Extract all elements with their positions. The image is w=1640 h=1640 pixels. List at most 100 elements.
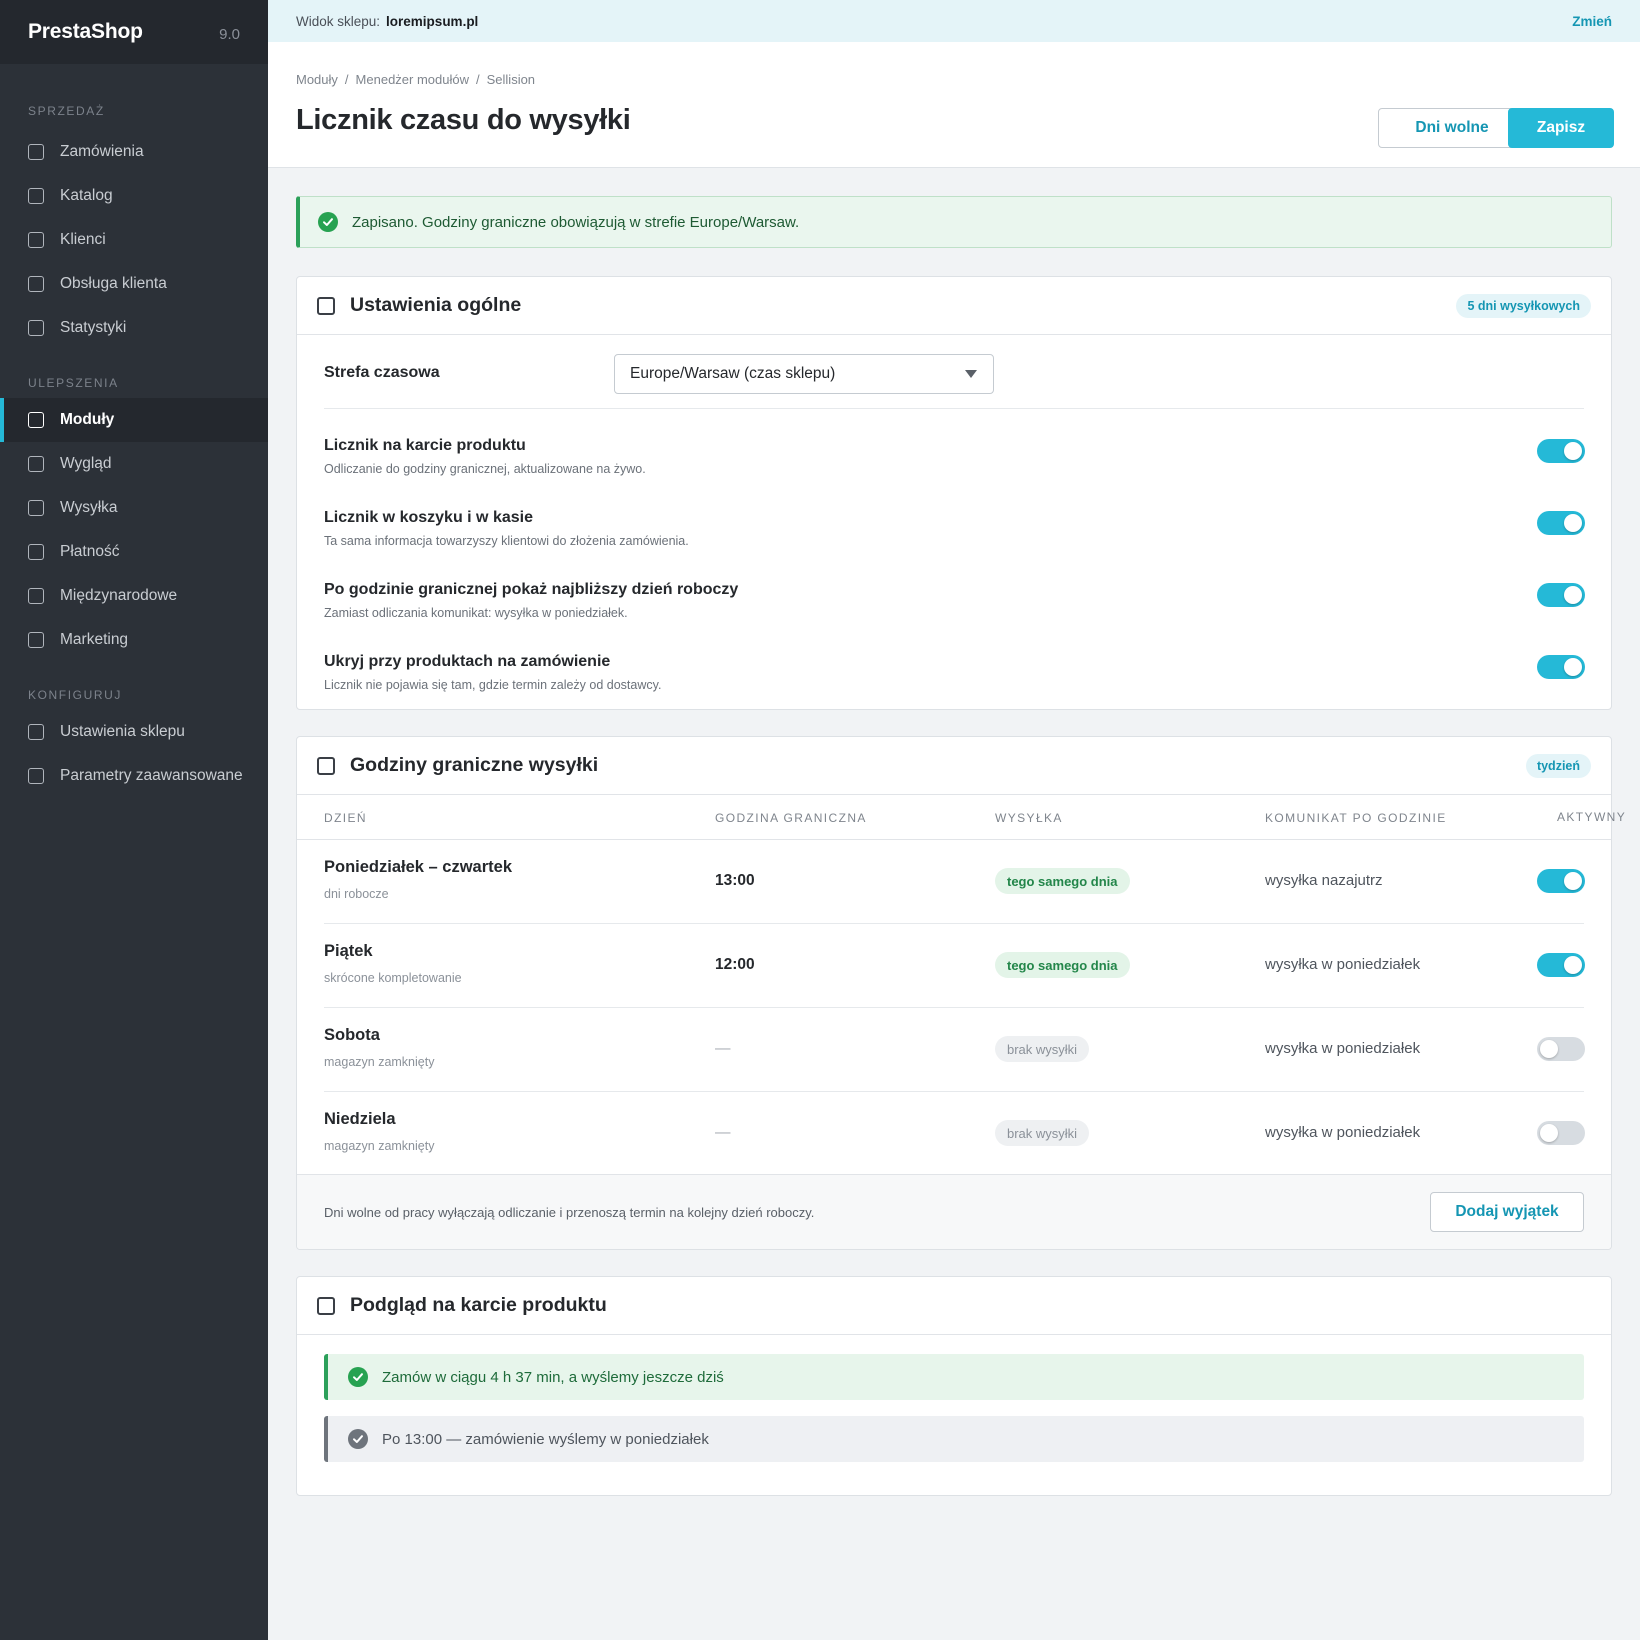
brand-logo[interactable]: PrestaShop <box>28 20 143 44</box>
week-badge: tydzień <box>1525 754 1591 778</box>
preview-before-cutoff: Zamów w ciągu 4 h 37 min, a wyślemy jesz… <box>324 1354 1584 1400</box>
sidebar-item-label: Parametry zaawansowane <box>60 767 243 784</box>
sidebar-item-modules[interactable]: Moduły <box>0 398 268 442</box>
brand-version: 9.0 <box>219 25 240 43</box>
general-settings-card: Ustawienia ogólne 5 dni wysyłkowych Stre… <box>296 276 1612 710</box>
shipping-status-badge: brak wysyłki <box>995 1120 1090 1146</box>
column-header-active: AKTYWNY <box>1557 810 1627 824</box>
nav-section-configure: KONFIGURUJ <box>28 688 122 702</box>
brand-bar: PrestaShop 9.0 <box>0 0 268 64</box>
day-subtitle: magazyn zamknięty <box>324 1139 435 1153</box>
toggle-hide-preorder[interactable] <box>1537 655 1585 679</box>
sidebar-item-label: Wysyłka <box>60 499 118 516</box>
change-shop-link[interactable]: Zmień <box>1572 14 1612 29</box>
sidebar-item-shipping[interactable]: Wysyłka <box>0 486 268 530</box>
orders-icon <box>28 144 44 160</box>
toggle-next-workday[interactable] <box>1537 583 1585 607</box>
toggle-knob <box>1564 956 1582 974</box>
toggle-knob <box>1564 872 1582 890</box>
shop-context-label: Widok sklepu: <box>296 13 381 29</box>
footer-note: Dni wolne od pracy wyłączają odliczanie … <box>324 1205 815 1220</box>
toggle-active-sunday[interactable] <box>1537 1121 1585 1145</box>
after-hours-message: wysyłka w poniedziałek <box>1265 1124 1421 1141</box>
option-description: Licznik nie pojawia się tam, gdzie termi… <box>324 678 662 692</box>
cutoff-time[interactable]: 13:00 <box>715 872 755 890</box>
breadcrumb-separator: / <box>344 72 349 87</box>
toggle-knob <box>1564 442 1582 460</box>
breadcrumb-item[interactable]: Menedżer modułów <box>356 72 469 87</box>
sidebar-item-label: Statystyki <box>60 319 127 336</box>
breadcrumb-item: Sellision <box>486 72 536 87</box>
toggle-active-mon-thu[interactable] <box>1537 869 1585 893</box>
sidebar-item-catalog[interactable]: Katalog <box>0 174 268 218</box>
card-title: Ustawienia ogólne <box>350 294 522 316</box>
add-exception-button[interactable]: Dodaj wyjątek <box>1430 1192 1584 1232</box>
caret-down-icon <box>965 370 977 378</box>
sidebar-item-payment[interactable]: Płatność <box>0 530 268 574</box>
after-hours-message: wysyłka w poniedziałek <box>1265 1040 1421 1057</box>
option-description: Zamiast odliczania komunikat: wysyłka w … <box>324 606 628 620</box>
day-name: Poniedziałek – czwartek <box>324 858 513 876</box>
modules-icon <box>28 412 44 428</box>
sidebar-item-marketing[interactable]: Marketing <box>0 618 268 662</box>
toggle-cart-counter[interactable] <box>1537 511 1585 535</box>
sidebar-item-label: Marketing <box>60 631 129 648</box>
shipping-days-badge: 5 dni wysyłkowych <box>1456 294 1591 318</box>
cutoff-time: — <box>715 1040 731 1057</box>
save-button[interactable]: Zapisz <box>1508 108 1614 148</box>
sidebar-item-advanced[interactable]: Parametry zaawansowane <box>0 754 268 798</box>
card-header: Podgląd na karcie produktu <box>297 1277 1611 1335</box>
days-off-button[interactable]: Dni wolne <box>1378 108 1526 148</box>
preview-card: Podgląd na karcie produktu Zamów w ciągu… <box>296 1276 1612 1496</box>
after-hours-message: wysyłka nazajutrz <box>1265 872 1383 889</box>
breadcrumb-separator: / <box>476 72 480 87</box>
sidebar-item-label: Ustawienia sklepu <box>60 723 185 740</box>
success-alert: Zapisano. Godziny graniczne obowiązują w… <box>296 196 1612 248</box>
card-title: Godziny graniczne wysyłki <box>350 754 599 776</box>
sidebar-item-label: Obsługa klienta <box>60 275 167 292</box>
payment-icon <box>28 544 44 560</box>
row-divider <box>324 923 1584 924</box>
day-name: Sobota <box>324 1026 380 1044</box>
breadcrumb: Moduły / Menedżer modułów / Sellision <box>296 72 535 87</box>
international-icon <box>28 588 44 604</box>
check-circle-icon <box>318 212 338 232</box>
sidebar-item-orders[interactable]: Zamówienia <box>0 130 268 174</box>
sidebar-item-design[interactable]: Wygląd <box>0 442 268 486</box>
breadcrumb-item[interactable]: Moduły <box>296 72 338 87</box>
toggle-active-friday[interactable] <box>1537 953 1585 977</box>
option-title: Ukryj przy produktach na zamówienie <box>324 653 611 670</box>
day-name: Piątek <box>324 942 373 960</box>
toggle-knob <box>1540 1040 1558 1058</box>
day-subtitle: dni robocze <box>324 887 389 901</box>
sidebar-item-international[interactable]: Międzynarodowe <box>0 574 268 618</box>
sidebar-item-label: Klienci <box>60 231 106 248</box>
shop-domain: loremipsum.pl <box>386 13 479 29</box>
timezone-select[interactable]: Europe/Warsaw (czas sklepu) <box>614 354 994 394</box>
check-circle-icon <box>348 1429 368 1449</box>
advanced-icon <box>28 768 44 784</box>
column-header-shipping: WYSYŁKA <box>995 811 1063 825</box>
day-name: Niedziela <box>324 1110 396 1128</box>
preview-after-text: Po 13:00 — zamówienie wyślemy w poniedzi… <box>382 1430 709 1448</box>
toggle-product-counter[interactable] <box>1537 439 1585 463</box>
nav-section-sales: SPRZEDAŻ <box>28 104 105 118</box>
table-header-divider <box>297 839 1611 840</box>
option-title: Po godzinie granicznej pokaż najbliższy … <box>324 581 739 598</box>
sidebar-item-customers[interactable]: Klienci <box>0 218 268 262</box>
sidebar-item-customer-service[interactable]: Obsługa klienta <box>0 262 268 306</box>
alert-text: Zapisano. Godziny graniczne obowiązują w… <box>352 213 800 231</box>
check-circle-icon <box>348 1367 368 1387</box>
row-divider <box>324 1007 1584 1008</box>
shipping-status-badge: tego samego dnia <box>995 952 1130 978</box>
settings-icon <box>317 296 335 315</box>
main-content: Widok sklepu: loremipsum.pl Zmień Moduły /… <box>268 0 1640 1640</box>
toggle-active-saturday[interactable] <box>1537 1037 1585 1061</box>
cutoff-time: — <box>715 1124 731 1141</box>
divider <box>324 408 1584 409</box>
sidebar-item-shop-settings[interactable]: Ustawienia sklepu <box>0 710 268 754</box>
page-header: Moduły / Menedżer modułów / Sellision Liczni… <box>268 42 1640 168</box>
cutoff-time[interactable]: 12:00 <box>715 956 755 974</box>
sidebar-item-stats[interactable]: Statystyki <box>0 306 268 350</box>
card-title: Podgląd na karcie produktu <box>350 1294 607 1316</box>
